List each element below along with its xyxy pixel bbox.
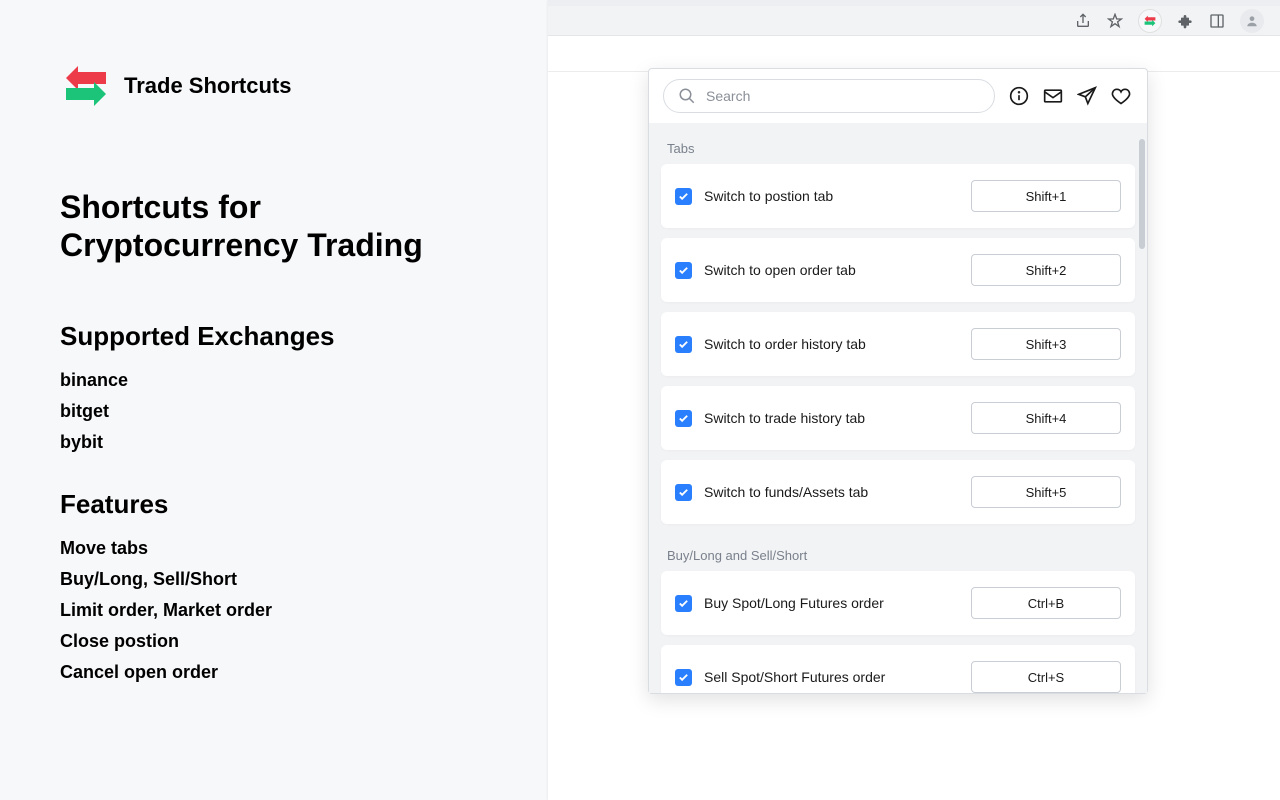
shortcut-row: Sell Spot/Short Futures order Ctrl+S	[661, 645, 1135, 693]
shortcut-label: Switch to open order tab	[704, 262, 959, 278]
heart-icon[interactable]	[1111, 86, 1131, 106]
info-icon[interactable]	[1009, 86, 1029, 106]
feature-item: Move tabs	[60, 538, 488, 559]
shortcut-label: Buy Spot/Long Futures order	[704, 595, 959, 611]
puzzle-icon[interactable]	[1176, 12, 1194, 30]
shortcut-row: Switch to order history tab Shift+3	[661, 312, 1135, 376]
feature-item: Cancel open order	[60, 662, 488, 683]
shortcut-checkbox[interactable]	[675, 262, 692, 279]
exchange-item: binance	[60, 370, 488, 391]
shortcut-row: Switch to trade history tab Shift+4	[661, 386, 1135, 450]
shortcut-label: Switch to trade history tab	[704, 410, 959, 426]
shortcut-key-input[interactable]: Shift+3	[971, 328, 1121, 360]
shortcut-label: Switch to funds/Assets tab	[704, 484, 959, 500]
exchange-item: bitget	[60, 401, 488, 422]
shortcut-label: Sell Spot/Short Futures order	[704, 669, 959, 685]
mail-icon[interactable]	[1043, 86, 1063, 106]
avatar-icon[interactable]	[1240, 9, 1264, 33]
shortcut-key-input[interactable]: Shift+5	[971, 476, 1121, 508]
browser-toolbar	[548, 6, 1280, 36]
shortcut-key-input[interactable]: Ctrl+B	[971, 587, 1121, 619]
feature-item: Limit order, Market order	[60, 600, 488, 621]
send-icon[interactable]	[1077, 86, 1097, 106]
supported-title: Supported Exchanges	[60, 321, 488, 352]
extension-popup: Tabs Switch to postion tab Shift+1 Switc…	[648, 68, 1148, 694]
search-input[interactable]	[706, 88, 980, 104]
star-icon[interactable]	[1106, 12, 1124, 30]
brand-logo: Trade Shortcuts	[60, 64, 488, 108]
shortcut-row: Buy Spot/Long Futures order Ctrl+B	[661, 571, 1135, 635]
exchange-item: bybit	[60, 432, 488, 453]
shortcut-key-input[interactable]: Shift+4	[971, 402, 1121, 434]
search-input-wrapper[interactable]	[663, 79, 995, 113]
shortcut-label: Switch to postion tab	[704, 188, 959, 204]
extension-icon[interactable]	[1138, 9, 1162, 33]
brand-name: Trade Shortcuts	[124, 73, 291, 99]
share-icon[interactable]	[1074, 12, 1092, 30]
search-icon	[678, 87, 696, 105]
shortcut-checkbox[interactable]	[675, 188, 692, 205]
logo-icon	[60, 64, 112, 108]
shortcut-row: Switch to postion tab Shift+1	[661, 164, 1135, 228]
shortcut-key-input[interactable]: Ctrl+S	[971, 661, 1121, 693]
features-title: Features	[60, 489, 488, 520]
shortcut-row: Switch to funds/Assets tab Shift+5	[661, 460, 1135, 524]
shortcut-label: Switch to order history tab	[704, 336, 959, 352]
shortcut-checkbox[interactable]	[675, 595, 692, 612]
shortcut-checkbox[interactable]	[675, 484, 692, 501]
shortcut-checkbox[interactable]	[675, 336, 692, 353]
group-label-buysell: Buy/Long and Sell/Short	[661, 534, 1135, 571]
scrollbar[interactable]	[1139, 139, 1145, 249]
feature-item: Buy/Long, Sell/Short	[60, 569, 488, 590]
shortcut-key-input[interactable]: Shift+2	[971, 254, 1121, 286]
shortcut-checkbox[interactable]	[675, 669, 692, 686]
panel-icon[interactable]	[1208, 12, 1226, 30]
shortcut-row: Switch to open order tab Shift+2	[661, 238, 1135, 302]
shortcut-key-input[interactable]: Shift+1	[971, 180, 1121, 212]
feature-item: Close postion	[60, 631, 488, 652]
group-label-tabs: Tabs	[661, 127, 1135, 164]
page-headline: Shortcuts for Cryptocurrency Trading	[60, 188, 488, 265]
browser-preview: Tabs Switch to postion tab Shift+1 Switc…	[548, 0, 1280, 800]
shortcut-checkbox[interactable]	[675, 410, 692, 427]
